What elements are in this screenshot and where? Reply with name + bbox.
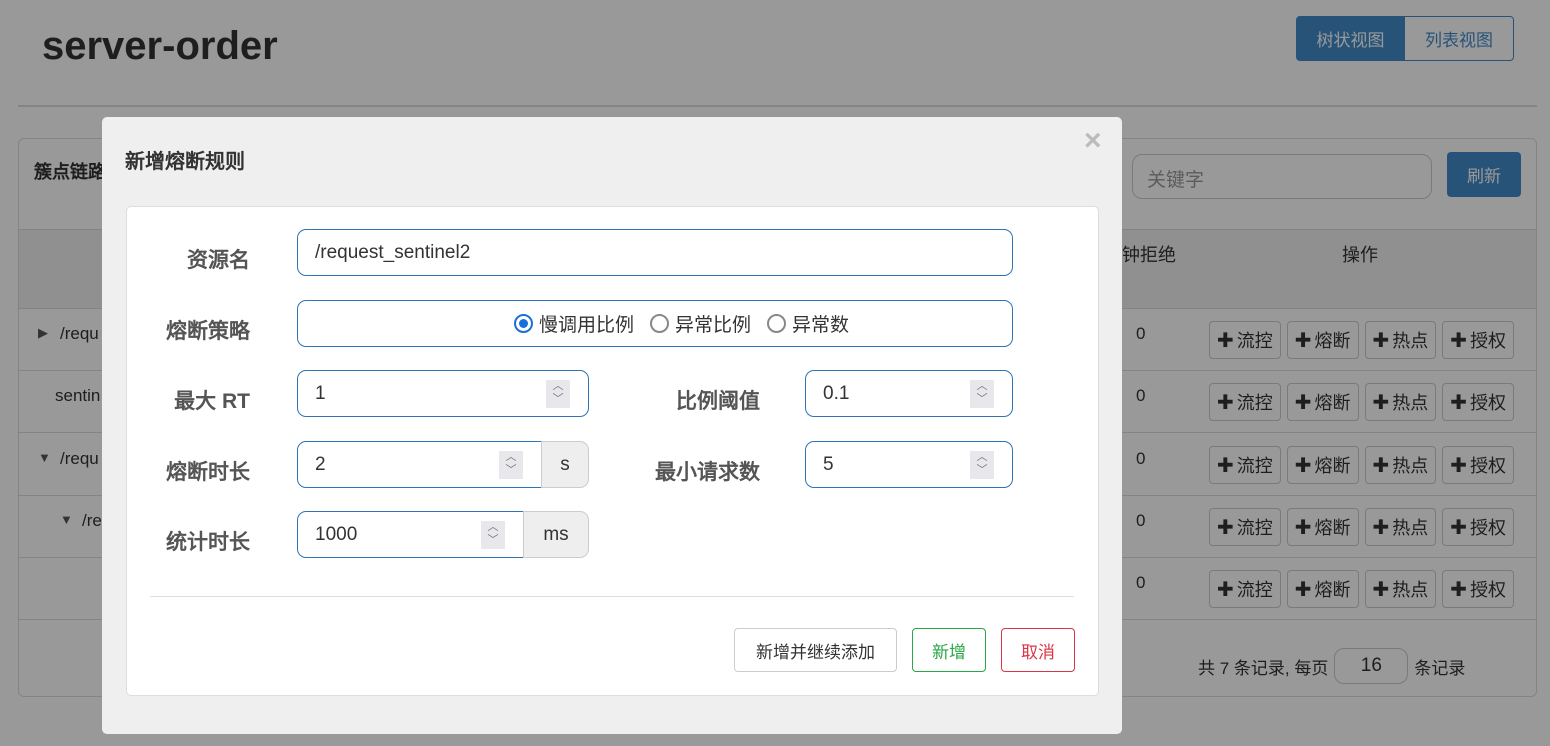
spinner-icon[interactable]: ︿ ﹀: [970, 380, 994, 408]
resource-input[interactable]: /request_sentinel2: [297, 229, 1013, 276]
ratio-label: 比例阈值: [676, 390, 760, 413]
radio-checked-icon: [513, 314, 533, 333]
radio-label: 慢调用比例: [538, 315, 634, 336]
radio-error-count[interactable]: 异常数: [767, 310, 849, 337]
add-and-continue-button[interactable]: 新增并继续添加: [734, 628, 897, 672]
duration-value: 2: [315, 453, 326, 475]
strategy-label: 熔断策略: [166, 320, 250, 343]
max-rt-input[interactable]: 1 ︿ ﹀: [297, 370, 589, 417]
max-rt-label: 最大 RT: [174, 390, 250, 413]
max-rt-value: 1: [315, 382, 326, 404]
min-request-value: 5: [823, 453, 834, 475]
radio-unchecked-icon: [767, 314, 786, 333]
duration-input[interactable]: 2 ︿ ﹀: [297, 441, 542, 488]
spinner-icon[interactable]: ︿ ﹀: [970, 451, 994, 479]
radio-error-ratio[interactable]: 异常比例: [649, 310, 751, 337]
strategy-radio-group: 慢调用比例 异常比例 异常数: [297, 300, 1013, 347]
close-icon[interactable]: ×: [1084, 124, 1102, 158]
duration-unit: s: [541, 441, 589, 488]
modal-divider: [150, 596, 1074, 597]
add-button[interactable]: 新增: [912, 628, 986, 672]
duration-label: 熔断时长: [166, 461, 250, 484]
spinner-icon[interactable]: ︿ ﹀: [481, 521, 505, 549]
stat-interval-unit: ms: [523, 511, 589, 558]
stat-interval-label: 统计时长: [166, 531, 250, 554]
radio-label: 异常比例: [674, 315, 751, 336]
min-request-input[interactable]: 5 ︿ ﹀: [805, 441, 1013, 488]
modal-title: 新增熔断规则: [125, 151, 245, 173]
spinner-icon[interactable]: ︿ ﹀: [546, 380, 570, 408]
radio-unchecked-icon: [649, 314, 669, 333]
spinner-icon[interactable]: ︿ ﹀: [499, 451, 523, 479]
ratio-value: 0.1: [823, 382, 850, 404]
resource-label: 资源名: [187, 249, 250, 272]
min-request-label: 最小请求数: [655, 461, 760, 484]
radio-slow-ratio[interactable]: 慢调用比例: [513, 310, 634, 337]
cancel-button[interactable]: 取消: [1001, 628, 1075, 672]
stat-interval-value: 1000: [315, 523, 358, 545]
radio-label: 异常数: [792, 315, 850, 336]
ratio-input[interactable]: 0.1 ︿ ﹀: [805, 370, 1013, 417]
stat-interval-input[interactable]: 1000 ︿ ﹀: [297, 511, 524, 558]
